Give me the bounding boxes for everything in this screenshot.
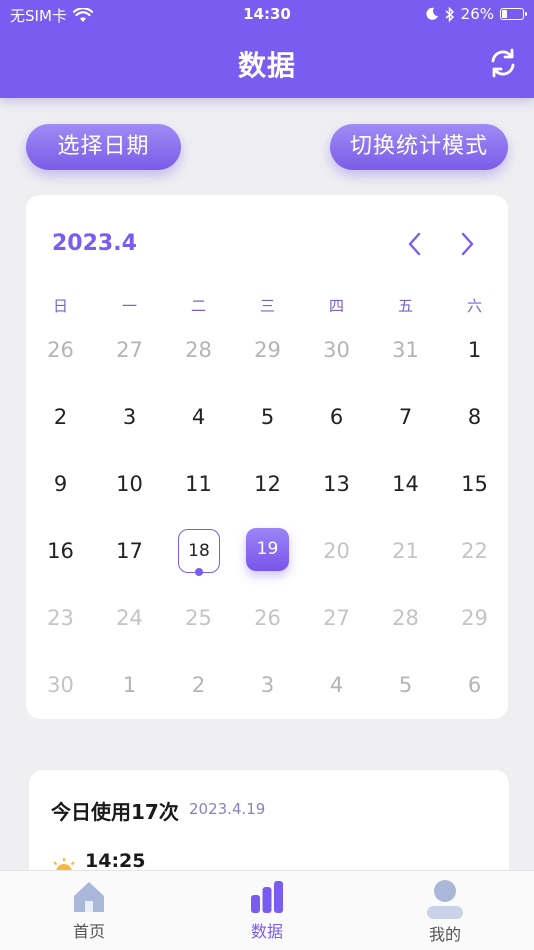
calendar-day-adjacent[interactable]: 6: [440, 661, 509, 709]
calendar-day[interactable]: 22: [440, 527, 509, 575]
home-icon: [74, 882, 104, 912]
chevron-right-icon[interactable]: [454, 231, 480, 257]
user-icon: [427, 880, 463, 919]
weekday-label: 六: [466, 297, 482, 315]
calendar-day[interactable]: 5: [233, 393, 302, 441]
calendar-day[interactable]: 12: [233, 460, 302, 508]
calendar-card: 2023.4 日一二三四五六 26 27 28 29 30 31 1 2 3 4 5 6 7 8 9 10 11…: [26, 195, 508, 719]
calendar-day[interactable]: 13: [302, 460, 371, 508]
chevron-left-icon[interactable]: [402, 231, 428, 257]
bluetooth-icon: [445, 6, 454, 22]
calendar-day[interactable]: 2: [26, 393, 95, 441]
calendar-day[interactable]: 14: [371, 460, 440, 508]
calendar-day-adjacent[interactable]: 29: [233, 326, 302, 374]
calendar-day[interactable]: 26: [233, 594, 302, 642]
select-date-button[interactable]: 选择日期: [26, 124, 181, 170]
tab-profile-label: 我的: [428, 925, 461, 944]
calendar-day-adjacent[interactable]: 27: [95, 326, 164, 374]
calendar-day[interactable]: 30: [26, 661, 95, 709]
tab-data-label: 数据: [250, 922, 283, 941]
refresh-icon[interactable]: [486, 46, 520, 80]
calendar-day[interactable]: 1: [440, 326, 509, 374]
tab-home-label: 首页: [72, 922, 105, 941]
calendar-day-adjacent[interactable]: 2: [164, 661, 233, 709]
page-title: 数据: [237, 49, 296, 82]
tab-data[interactable]: 数据: [178, 871, 356, 950]
calendar-day[interactable]: 29: [440, 594, 509, 642]
calendar-day[interactable]: 27: [302, 594, 371, 642]
calendar-day[interactable]: 21: [371, 527, 440, 575]
calendar-day[interactable]: 11: [164, 460, 233, 508]
calendar-day[interactable]: 6: [302, 393, 371, 441]
usage-entry-time: 14:25: [85, 850, 146, 872]
usage-title: 今日使用17次: [51, 800, 179, 824]
calendar-day[interactable]: 8: [440, 393, 509, 441]
calendar-day-today[interactable]: 18: [164, 527, 233, 576]
calendar-day[interactable]: 3: [95, 393, 164, 441]
bar-chart-icon: [251, 881, 283, 913]
calendar-day[interactable]: 10: [95, 460, 164, 508]
battery-icon: [500, 8, 527, 20]
calendar-day-number: 19: [246, 528, 289, 571]
calendar-day[interactable]: 15: [440, 460, 509, 508]
calendar-day-adjacent[interactable]: 3: [233, 661, 302, 709]
weekday-label: 五: [397, 297, 413, 315]
usage-date: 2023.4.19: [189, 800, 266, 818]
tab-home[interactable]: 首页: [0, 871, 178, 950]
calendar-day[interactable]: 28: [371, 594, 440, 642]
battery-fill: [502, 10, 508, 18]
tab-bar: 首页 数据 我的: [0, 870, 534, 950]
status-bar: 无SIM卡 14:30 26%: [0, 0, 534, 28]
calendar-day-adjacent[interactable]: 4: [302, 661, 371, 709]
weekday-label: 一: [121, 297, 137, 315]
calendar-day[interactable]: 7: [371, 393, 440, 441]
switch-mode-button[interactable]: 切换统计模式: [330, 124, 508, 170]
calendar-month: 2023.4: [52, 231, 137, 256]
weekday-label: 二: [190, 297, 206, 315]
moon-icon: [426, 7, 438, 20]
calendar-day-selected[interactable]: 19: [233, 527, 302, 575]
calendar-day[interactable]: 24: [95, 594, 164, 642]
tab-profile[interactable]: 我的: [356, 871, 534, 950]
calendar-day[interactable]: 17: [95, 527, 164, 575]
calendar-day-number: 18: [178, 529, 220, 576]
calendar-day[interactable]: 4: [164, 393, 233, 441]
calendar-day-adjacent[interactable]: 28: [164, 326, 233, 374]
weekday-label: 四: [328, 297, 344, 315]
calendar-day-adjacent[interactable]: 30: [302, 326, 371, 374]
calendar-day-adjacent[interactable]: 5: [371, 661, 440, 709]
weekday-label: 三: [259, 297, 275, 315]
header-bar: 无SIM卡 14:30 26% 数据: [0, 0, 534, 98]
calendar-day[interactable]: 16: [26, 527, 95, 575]
calendar-day[interactable]: 9: [26, 460, 95, 508]
calendar-day[interactable]: 23: [26, 594, 95, 642]
calendar-day-adjacent[interactable]: 31: [371, 326, 440, 374]
calendar-day[interactable]: 20: [302, 527, 371, 575]
weekday-header: 日一二三四五六: [26, 295, 508, 319]
calendar-day[interactable]: 25: [164, 594, 233, 642]
battery-percent: 26%: [460, 5, 494, 23]
calendar-day-adjacent[interactable]: 1: [95, 661, 164, 709]
weekday-label: 日: [52, 297, 68, 315]
calendar-day-adjacent[interactable]: 26: [26, 326, 95, 374]
